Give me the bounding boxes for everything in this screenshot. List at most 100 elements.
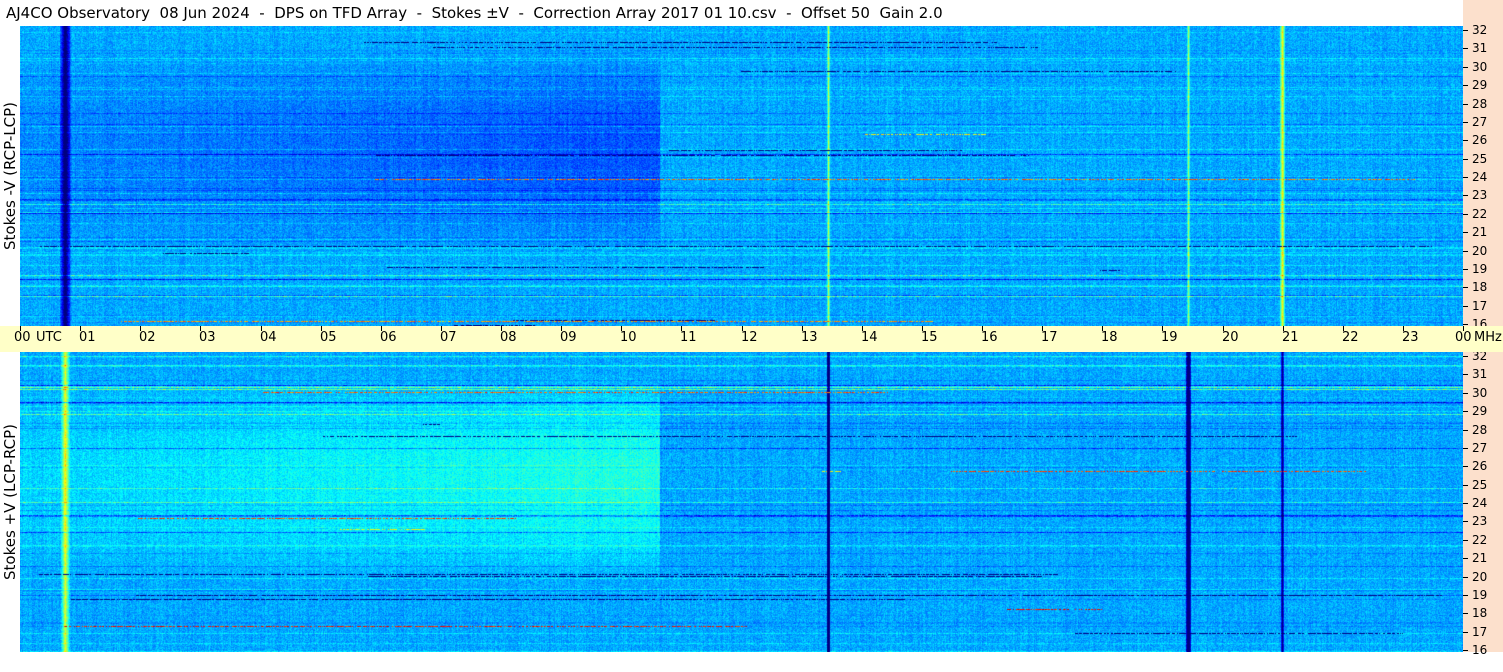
freq-bottom-tick [1463,613,1468,614]
freq-bottom-tick [1463,393,1468,394]
time-tick-label: 12 [741,330,758,345]
freq-bottom-tick [1463,521,1468,522]
freq-bottom-tick-label: 16 [1472,643,1488,657]
freq-top-tick [1463,48,1468,49]
bottom-panel-ylabel: Stokes +V (LCP-RCP) [1,424,19,580]
freq-top-tick-label: 26 [1472,133,1488,147]
freq-bottom-tick-label: 21 [1472,551,1488,565]
freq-top-tick [1463,195,1468,196]
time-unit-label: UTC [36,330,62,345]
time-tick-label: 10 [620,330,637,345]
freq-bottom-tick [1463,503,1468,504]
time-tick-label: 05 [320,330,337,345]
time-tick-label: 13 [801,330,818,345]
freq-bottom-tick [1463,411,1468,412]
freq-bottom-tick-label: 19 [1472,588,1488,602]
freq-top-tick-label: 32 [1472,23,1488,37]
freq-top-tick-label: 29 [1472,78,1488,92]
freq-bottom-tick [1463,466,1468,467]
freq-bottom-tick-label: 25 [1472,478,1488,492]
freq-top-tick [1463,122,1468,123]
freq-top-tick-label: 19 [1472,262,1488,276]
freq-top-tick [1463,232,1468,233]
time-tick-label: 19 [1161,330,1178,345]
utc-time-axis: 00 01 02 03 04 05 06 07 08 09 10 11 12 13 14 15 16 17 18 19… [0,326,1503,352]
time-tick-label: 20 [1222,330,1239,345]
freq-bottom-tick-label: 17 [1472,625,1488,639]
freq-top-tick [1463,251,1468,252]
freq-bottom-tick-label: 24 [1472,496,1488,510]
time-tick-label: 01 [79,330,96,345]
freq-bottom-tick-label: 18 [1472,606,1488,620]
freq-bottom-tick [1463,577,1468,578]
bottom-panel-ylabel-box: Stokes +V (LCP-RCP) [0,352,20,652]
freq-bottom-tick [1463,540,1468,541]
freq-top-tick-label: 27 [1472,115,1488,129]
freq-bottom-tick-label: 29 [1472,404,1488,418]
time-tick-label: 21 [1282,330,1299,345]
freq-bottom-tick-label: 22 [1472,533,1488,547]
freq-top-tick-label: 18 [1472,280,1488,294]
freq-top-tick [1463,67,1468,68]
spectrogram-top-stokes-minus-v[interactable] [20,26,1463,326]
time-tick-label: 03 [199,330,216,345]
time-tick-label: 00 [1455,330,1472,345]
time-tick-label: 08 [500,330,517,345]
spectrogram-bottom-stokes-plus-v[interactable] [20,352,1463,652]
freq-top-tick [1463,287,1468,288]
time-tick-label: 18 [1101,330,1118,345]
freq-top-tick-label: 30 [1472,60,1488,74]
freq-top-tick [1463,306,1468,307]
freq-bottom-tick [1463,595,1468,596]
freq-top-tick-label: 21 [1472,225,1488,239]
time-tick-label: 17 [1041,330,1058,345]
freq-top-tick [1463,214,1468,215]
freq-bottom-tick-label: 26 [1472,459,1488,473]
time-tick-label: 15 [921,330,938,345]
freq-top-tick [1463,30,1468,31]
freq-bottom-tick-label: 31 [1472,367,1488,381]
time-tick-label: 16 [981,330,998,345]
time-tick-label: 00 [14,330,31,345]
freq-top-tick-label: 22 [1472,207,1488,221]
chart-title: AJ4CO Observatory 08 Jun 2024 - DPS on T… [0,0,1463,26]
freq-top-tick-label: 23 [1472,188,1488,202]
freq-bottom-tick [1463,356,1468,357]
freq-bottom-tick [1463,448,1468,449]
time-tick-label: 02 [139,330,156,345]
time-tick-label: 23 [1402,330,1419,345]
freq-top-tick-label: 28 [1472,97,1488,111]
freq-bottom-tick-label: 27 [1472,441,1488,455]
freq-bottom-tick-label: 23 [1472,514,1488,528]
freq-bottom-tick-label: 30 [1472,386,1488,400]
freq-top-tick-label: 31 [1472,41,1488,55]
freq-bottom-tick [1463,485,1468,486]
freq-bottom-tick-label: 28 [1472,423,1488,437]
freq-unit-label: MHz [1474,330,1502,345]
freq-top-tick-label: 20 [1472,244,1488,258]
freq-top-tick [1463,269,1468,270]
freq-top-tick-label: 25 [1472,152,1488,166]
freq-top-tick [1463,159,1468,160]
freq-bottom-tick [1463,632,1468,633]
time-tick-label: 22 [1342,330,1359,345]
time-tick-label: 14 [861,330,878,345]
time-tick-label: 11 [680,330,697,345]
frequency-axis-bottom: 16 17 18 19 20 21 22 23 24 25 26 27 28 29 30 31 32 [1463,350,1503,656]
freq-bottom-tick-label: 20 [1472,570,1488,584]
top-panel-ylabel: Stokes -V (RCP-LCP) [1,102,19,250]
time-tick-label: 09 [560,330,577,345]
freq-top-tick-label: 24 [1472,170,1488,184]
freq-bottom-tick [1463,558,1468,559]
freq-bottom-tick [1463,650,1468,651]
freq-top-tick [1463,104,1468,105]
freq-bottom-tick [1463,374,1468,375]
top-panel-ylabel-box: Stokes -V (RCP-LCP) [0,26,20,326]
freq-top-tick [1463,140,1468,141]
time-tick-label: 06 [380,330,397,345]
freq-bottom-tick [1463,430,1468,431]
freq-top-tick-label: 17 [1472,299,1488,313]
time-tick-label: 07 [440,330,457,345]
freq-top-tick [1463,177,1468,178]
frequency-axis-top: 16 17 18 19 20 21 22 23 24 25 26 27 28 29 30 31 32 [1463,23,1503,330]
